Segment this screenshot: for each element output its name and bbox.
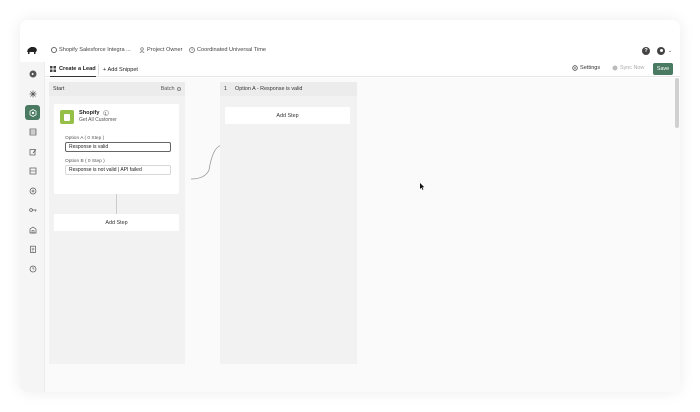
column-index: 1 [224,86,227,92]
app-window: Shopify Salesforce Integra ... Project O… [20,20,680,392]
sidebar-item-organization[interactable] [25,222,40,237]
branch-connector [190,144,224,180]
user-icon [139,47,145,53]
building-icon [29,226,36,233]
clock-icon [29,265,36,272]
option-a-column-title: Option A - Response is valid [235,86,303,92]
option-a-column: 1 Option A - Response is valid Add Step [220,82,357,364]
connector-line [116,194,117,214]
key-icon [28,207,36,212]
canvas-scrollbar[interactable] [675,78,679,128]
sidebar-item-data[interactable] [25,124,40,139]
step-count-badge: 1 [102,110,109,116]
toolbar: Create a Lead + Add Snippet Settings Syn… [45,62,680,77]
start-label: Start [53,86,65,92]
owner-breadcrumb[interactable]: Project Owner [139,47,182,53]
option-a-add-step-button[interactable]: Add Step [225,107,350,124]
step-title: Shopify 1 [79,110,109,116]
sidebar-item-history[interactable] [25,261,40,276]
sidebar-item-table[interactable] [25,163,40,178]
grid-icon [50,66,56,72]
option-a-column-header: 1 Option A - Response is valid [220,82,357,96]
top-bar: Shopify Salesforce Integra ... Project O… [20,43,680,59]
timezone-label: Coordinated Universal Time [197,47,267,53]
add-step-button[interactable]: Add Step [54,214,179,231]
settings-button[interactable]: Settings [572,65,600,71]
edit-icon [29,148,36,155]
sync-label: Sync Now [620,65,645,71]
sidebar [20,62,45,392]
batch-label: Batch [160,86,175,92]
mouse-cursor-icon [420,183,425,190]
database-icon [29,128,36,135]
add-snippet-button[interactable]: + Add Snippet [103,62,138,77]
start-column-header: Start Batch [49,82,185,96]
help-icon[interactable]: ? [642,47,650,55]
save-button[interactable]: Save [653,63,673,75]
tab-create-a-lead[interactable]: Create a Lead [50,62,96,77]
clock-icon [189,47,195,53]
option-b[interactable]: Option B ( 0 Step ) Response is not vali… [65,159,171,175]
tab-label: Create a Lead [59,66,96,72]
option-b-label: Option B ( 0 Step ) [65,159,105,164]
option-a[interactable]: Option A ( 0 Step ) Response is valid [65,136,171,152]
settings-label: Settings [580,65,601,71]
gear-icon [572,65,578,71]
flow-icon [29,108,36,117]
tab-divider [98,64,99,75]
sidebar-item-keys[interactable] [25,202,40,217]
sync-now-button[interactable]: Sync Now [612,65,644,71]
shopify-step-card[interactable]: Shopify 1 Get All Customer Option A ( 0 … [54,104,179,194]
clipboard-icon [29,245,36,253]
sparkle-icon [29,90,36,97]
sidebar-item-ai[interactable] [25,86,40,101]
sidebar-item-logs[interactable] [25,241,40,256]
table-icon [29,167,36,174]
sidebar-item-web[interactable] [25,183,40,198]
project-name: Shopify Salesforce Integra ... [59,47,131,53]
project-breadcrumb[interactable]: Shopify Salesforce Integra ... [51,47,131,53]
option-a-label: Option A ( 0 Step ) [65,136,105,141]
info-icon[interactable] [176,86,181,92]
avatar[interactable] [657,47,665,55]
project-icon [51,47,57,53]
globe-icon [29,187,36,194]
timezone-breadcrumb[interactable]: Coordinated Universal Time [189,47,266,53]
chevron-down-icon[interactable]: ⌄ [668,48,672,54]
flow-canvas[interactable]: Start Batch Shopify 1 Get All Customer O… [45,78,680,392]
sync-icon [612,65,618,71]
option-a-condition[interactable]: Response is valid [65,142,171,152]
option-b-condition[interactable]: Response is not valid | API failed [65,165,171,175]
brand-logo[interactable] [26,45,38,54]
start-column: Start Batch Shopify 1 Get All Customer O… [49,82,185,364]
back-arrow-icon [29,70,36,77]
sidebar-item-edit[interactable] [25,144,40,159]
owner-label: Project Owner [147,47,183,53]
step-subtitle: Get All Customer [79,117,117,123]
batch-toggle[interactable]: Batch [161,86,181,92]
add-snippet-label: + Add Snippet [103,66,138,73]
shopify-logo-icon [60,110,74,124]
sidebar-item-back[interactable] [25,66,40,81]
step-title-text: Shopify [79,110,100,116]
sidebar-item-flows[interactable] [25,105,40,120]
